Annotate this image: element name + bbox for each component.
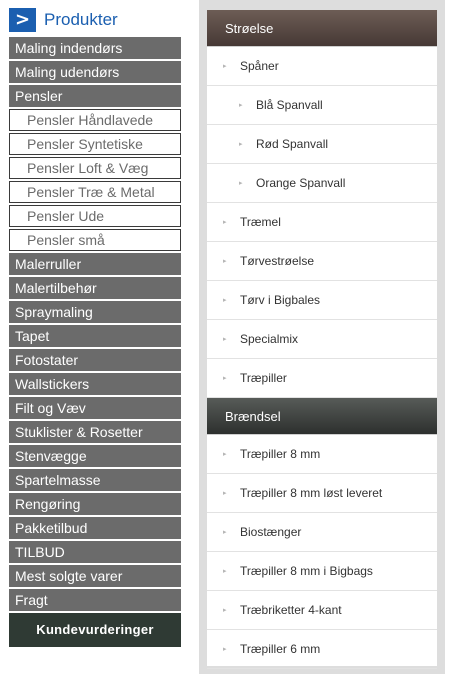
products-header[interactable]: > Produkter	[9, 8, 181, 32]
menu-item[interactable]: Fotostater	[9, 349, 181, 371]
category-item[interactable]: ▸ Træbriketter 4-kant	[207, 591, 437, 630]
menu-item[interactable]: Pakketilbud	[9, 517, 181, 539]
bullet-arrow-icon: ▸	[223, 489, 227, 497]
submenu-item[interactable]: Pensler Syntetiske	[9, 133, 181, 155]
customer-reviews-button[interactable]: Kundevurderinger	[9, 613, 181, 647]
category-item[interactable]: ▸ Træpiller	[207, 359, 437, 398]
category-subitem[interactable]: ▸ Blå Spanvall	[207, 86, 437, 125]
category-subitem[interactable]: ▸ Rød Spanvall	[207, 125, 437, 164]
category-subitem[interactable]: ▸ Orange Spanvall	[207, 164, 437, 203]
bullet-arrow-icon: ▸	[223, 450, 227, 458]
bullet-arrow-icon: ▸	[223, 528, 227, 536]
submenu-item[interactable]: Pensler Loft & Væg	[9, 157, 181, 179]
product-sidebar: > Produkter Maling indendørs Maling udend…	[9, 8, 181, 647]
category-item[interactable]: ▸ Specialmix	[207, 320, 437, 359]
menu-item[interactable]: Filt og Væv	[9, 397, 181, 419]
category-label: Træpiller 8 mm	[240, 447, 321, 461]
category-label: Træpiller	[240, 371, 287, 385]
category-panel: Strøelse ▸ Spåner ▸ Blå Spanvall ▸ Rød Spanval…	[199, 0, 445, 674]
category-item[interactable]: ▸ Træmel	[207, 203, 437, 242]
category-item[interactable]: ▸ Spåner	[207, 47, 437, 86]
bullet-arrow-icon: ▸	[223, 62, 227, 70]
category-label: Træmel	[240, 215, 281, 229]
menu-item[interactable]: Rengøring	[9, 493, 181, 515]
bullet-arrow-icon: ▸	[239, 179, 243, 187]
menu-item[interactable]: Maling udendørs	[9, 61, 181, 83]
bullet-arrow-icon: ▸	[223, 567, 227, 575]
menu-item[interactable]: Stenvægge	[9, 445, 181, 467]
products-title[interactable]: Produkter	[44, 8, 118, 32]
menu-item[interactable]: TILBUD	[9, 541, 181, 563]
product-menu: Maling indendørs Maling udendørs Pensler Pe…	[9, 37, 181, 611]
category-label: Rød Spanvall	[256, 137, 329, 151]
category-label: Orange Spanvall	[256, 176, 346, 190]
menu-item[interactable]: Pensler	[9, 85, 181, 107]
bullet-arrow-icon: ▸	[223, 606, 227, 614]
category-label: Specialmix	[240, 332, 299, 346]
bullet-arrow-icon: ▸	[223, 218, 227, 226]
category-label: Biostænger	[240, 525, 302, 539]
submenu-item[interactable]: Pensler små	[9, 229, 181, 251]
category-item[interactable]: ▸ Træpiller 6 mm	[207, 630, 437, 669]
menu-item[interactable]: Wallstickers	[9, 373, 181, 395]
submenu-item[interactable]: Pensler Træ & Metal	[9, 181, 181, 203]
category-label: Træpiller 6 mm	[240, 642, 321, 656]
submenu-item[interactable]: Pensler Håndlavede	[9, 109, 181, 131]
bullet-arrow-icon: ▸	[223, 374, 227, 382]
category-label: Tørv i Bigbales	[240, 293, 321, 307]
menu-item[interactable]: Maling indendørs	[9, 37, 181, 59]
section-header[interactable]: Brændsel	[207, 398, 437, 435]
category-item[interactable]: ▸ Træpiller 8 mm i Bigbags	[207, 552, 437, 591]
section-header[interactable]: Strøelse	[207, 10, 437, 47]
category-item[interactable]: ▸ Tørvestrøelse	[207, 242, 437, 281]
menu-item[interactable]: Tapet	[9, 325, 181, 347]
category-item[interactable]: ▸ Biostænger	[207, 513, 437, 552]
category-label: Spåner	[240, 59, 279, 73]
submenu-item[interactable]: Pensler Ude	[9, 205, 181, 227]
category-label: Træbriketter 4-kant	[240, 603, 342, 617]
bullet-arrow-icon: ▸	[223, 296, 227, 304]
bullet-arrow-icon: ▸	[223, 335, 227, 343]
bullet-arrow-icon: ▸	[223, 257, 227, 265]
category-label: Tørvestrøelse	[240, 254, 315, 268]
chevron-right-icon: >	[9, 8, 36, 32]
category-panel-inner: Strøelse ▸ Spåner ▸ Blå Spanvall ▸ Rød Spanval…	[207, 10, 437, 669]
category-item[interactable]: ▸ Træpiller 8 mm	[207, 435, 437, 474]
category-item[interactable]: ▸ Tørv i Bigbales	[207, 281, 437, 320]
category-label: Træpiller 8 mm løst leveret	[240, 486, 383, 500]
bullet-arrow-icon: ▸	[223, 645, 227, 653]
category-label: Blå Spanvall	[256, 98, 323, 112]
bullet-arrow-icon: ▸	[239, 101, 243, 109]
menu-item[interactable]: Fragt	[9, 589, 181, 611]
menu-item[interactable]: Mest solgte varer	[9, 565, 181, 587]
menu-item[interactable]: Malertilbehør	[9, 277, 181, 299]
menu-item[interactable]: Spartelmasse	[9, 469, 181, 491]
menu-item[interactable]: Malerruller	[9, 253, 181, 275]
bullet-arrow-icon: ▸	[239, 140, 243, 148]
category-label: Træpiller 8 mm i Bigbags	[240, 564, 373, 578]
menu-item[interactable]: Spraymaling	[9, 301, 181, 323]
menu-item[interactable]: Stuklister & Rosetter	[9, 421, 181, 443]
category-item[interactable]: ▸ Træpiller 8 mm løst leveret	[207, 474, 437, 513]
